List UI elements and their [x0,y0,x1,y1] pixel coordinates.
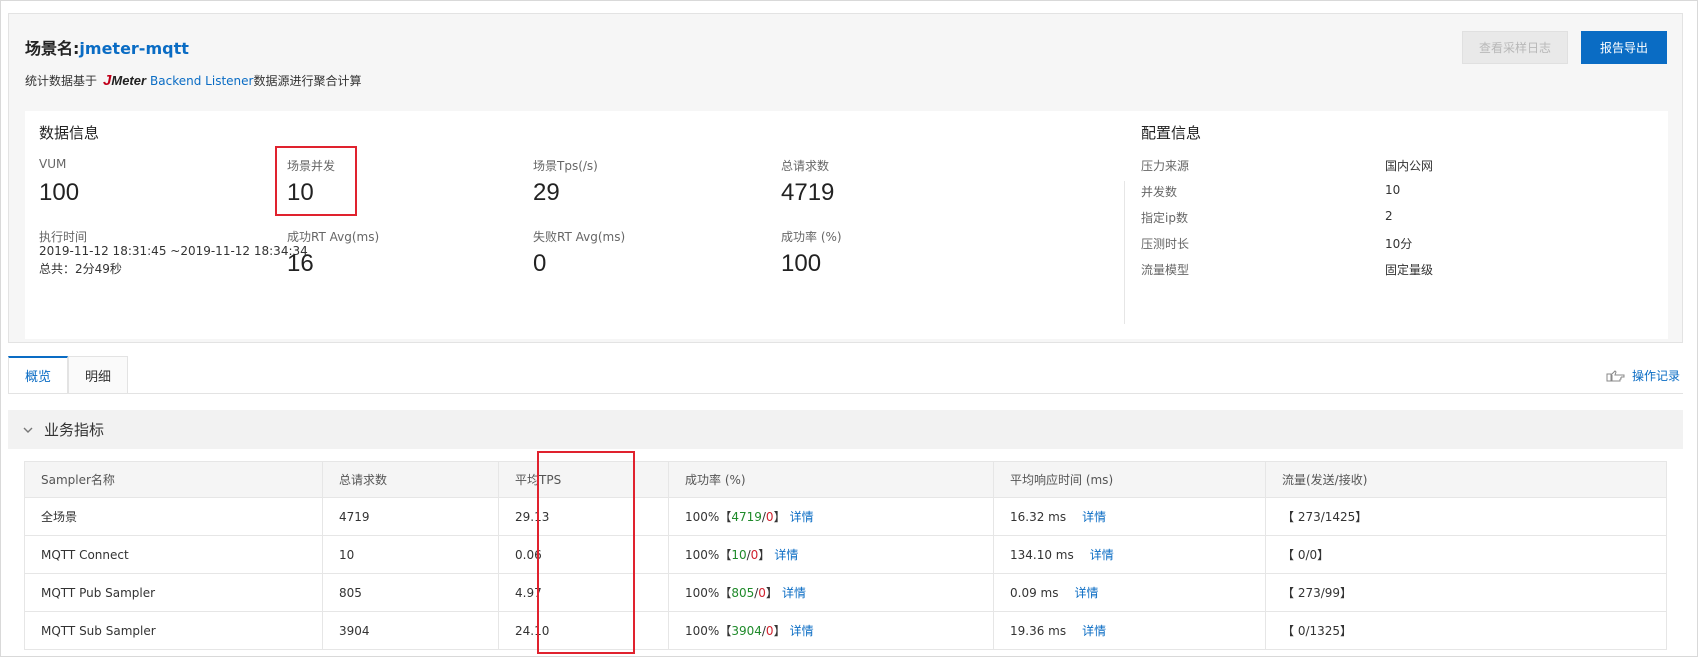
view-sampling-log-button[interactable]: 查看采样日志 [1462,31,1568,64]
highlight-box-concurrency [275,146,357,216]
col-traffic: 流量(发送/接收) [1265,461,1667,498]
cell-traffic: 【 0/1325】 [1265,611,1667,650]
business-metrics-header[interactable]: 业务指标 [8,410,1683,449]
vum-label: VUM [39,157,67,171]
cell-total: 4719 [322,497,499,536]
cell-rate: 100%【3904/0】 详情 [668,611,994,650]
detail-link[interactable]: 详情 [782,586,806,600]
tab-underline [8,393,1683,394]
cell-sampler-name: MQTT Pub Sampler [24,573,323,612]
cell-rt: 0.09 ms 详情 [993,573,1266,612]
stats-note: 统计数据基于 JMeter Backend Listener 数据源进行聚合计算 [25,72,361,89]
config-label-ip-count: 指定ip数 [1141,211,1188,225]
cell-rt: 19.36 ms 详情 [993,611,1266,650]
cell-total: 3904 [322,611,499,650]
tps-label: 场景Tps(/s) [533,159,598,173]
scene-title: 场景名:jmeter-mqtt [25,35,189,59]
scene-header-card: 场景名:jmeter-mqtt 统计数据基于 JMeter Backend Li… [8,13,1683,343]
info-panel: 数据信息 VUM 100 场景并发 10 场景Tps(/s) 29 总请求数 4… [25,111,1668,339]
fail-rt-value: 0 [533,250,547,277]
vum-value: 100 [39,179,80,206]
cell-traffic: 【 273/1425】 [1265,497,1667,536]
cell-total: 10 [322,535,499,574]
highlight-box-avg-tps [537,451,635,654]
note-prefix: 统计数据基于 [25,74,98,88]
cell-rt: 134.10 ms 详情 [993,535,1266,574]
cell-total: 805 [322,573,499,612]
operation-record-link[interactable]: 操作记录 [1606,367,1680,384]
config-info-title: 配置信息 [1141,124,1202,142]
table-row: MQTT Pub Sampler 805 4.97 100%【805/0】 详情 … [24,573,1667,612]
table-row: 全场景 4719 29.13 100%【4719/0】 详情 16.32 ms 详情… [24,497,1667,536]
jmeter-logo: JMeter [103,72,147,89]
cell-rt: 16.32 ms 详情 [993,497,1266,536]
table-header-row: Sampler名称 总请求数 平均TPS 成功率 (%) 平均响应时间 (ms)… [24,461,1667,498]
note-suffix: 数据源进行聚合计算 [253,74,362,88]
total-requests-value: 4719 [781,179,835,206]
col-avg-rt: 平均响应时间 (ms) [993,461,1266,498]
cell-sampler-name: MQTT Sub Sampler [24,611,323,650]
detail-link[interactable]: 详情 [1082,510,1106,524]
config-value-ip-count: 2 [1385,209,1393,223]
success-rate-value: 100 [781,250,822,277]
business-metrics-table: Sampler名称 总请求数 平均TPS 成功率 (%) 平均响应时间 (ms)… [24,461,1667,650]
config-label-concurrency: 并发数 [1141,185,1178,199]
success-rate-label: 成功率 (%) [781,230,842,244]
exec-time-range: 2019-11-12 18:31:45 ~2019-11-12 18:34:34 [39,244,308,258]
cell-rate: 100%【10/0】 详情 [668,535,994,574]
cell-sampler-name: MQTT Connect [24,535,323,574]
config-value-source: 国内公网 [1385,159,1434,173]
detail-link[interactable]: 详情 [1082,624,1106,638]
tab-detail[interactable]: 明细 [68,356,129,394]
operation-record-label: 操作记录 [1632,369,1681,383]
config-value-traffic-model: 固定量级 [1385,263,1434,277]
cell-traffic: 【 273/99】 [1265,573,1667,612]
detail-link[interactable]: 详情 [790,624,814,638]
detail-link[interactable]: 详情 [1090,548,1114,562]
cell-rate: 100%【805/0】 详情 [668,573,994,612]
scene-prefix: 场景名: [25,39,80,58]
chevron-down-icon [22,424,34,436]
tab-bar: 概览 明细 [8,356,129,394]
data-info-title: 数据信息 [39,124,100,142]
config-label-source: 压力来源 [1141,159,1190,173]
config-value-duration: 10分 [1385,237,1413,251]
col-success-rate: 成功率 (%) [668,461,994,498]
tps-value: 29 [533,179,560,206]
detail-link[interactable]: 详情 [790,510,814,524]
table-row: MQTT Sub Sampler 3904 24.10 100%【3904/0】… [24,611,1667,650]
col-sampler-name: Sampler名称 [24,461,323,498]
backend-listener-link[interactable]: Backend Listener [150,74,253,88]
exec-time-total: 总共：2分49秒 [39,262,122,276]
success-rt-label: 成功RT Avg(ms) [287,230,380,244]
config-label-duration: 压测时长 [1141,237,1190,251]
col-total-requests: 总请求数 [322,461,499,498]
cell-rate: 100%【4719/0】 详情 [668,497,994,536]
cell-traffic: 【 0/0】 [1265,535,1667,574]
total-requests-label: 总请求数 [781,159,830,173]
business-metrics-title: 业务指标 [44,421,105,439]
table-row: MQTT Connect 10 0.06 100%【10/0】 详情 134.10… [24,535,1667,574]
detail-link[interactable]: 详情 [774,548,798,562]
detail-link[interactable]: 详情 [1074,586,1098,600]
config-value-concurrency: 10 [1385,183,1401,197]
tab-overview[interactable]: 概览 [8,356,69,394]
success-rt-value: 16 [287,250,314,277]
info-divider [1124,181,1125,324]
export-report-button[interactable]: 报告导出 [1581,31,1667,64]
scene-name: jmeter-mqtt [79,39,189,58]
config-label-traffic-model: 流量模型 [1141,263,1190,277]
fail-rt-label: 失败RT Avg(ms) [533,230,626,244]
cell-sampler-name: 全场景 [24,497,323,536]
pointing-hand-icon [1606,369,1626,383]
